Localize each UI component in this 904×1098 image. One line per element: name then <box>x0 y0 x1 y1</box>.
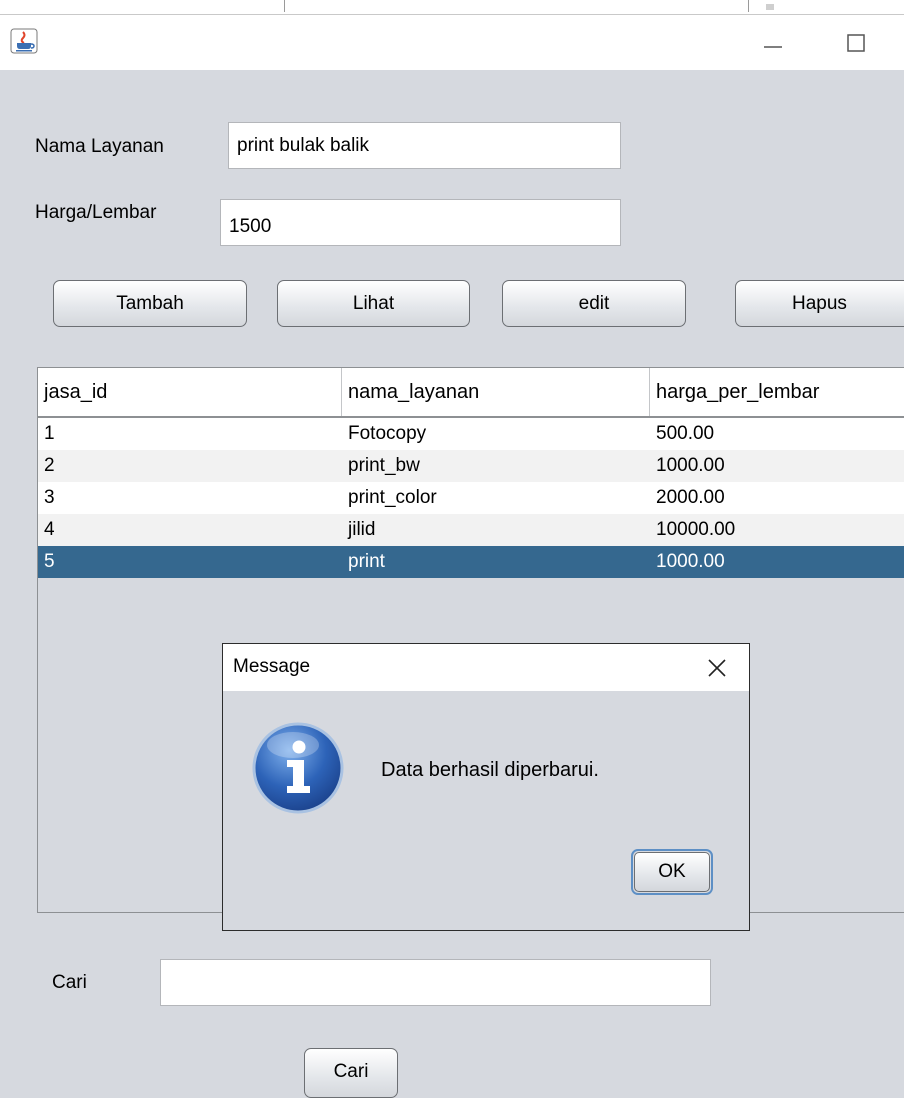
close-icon[interactable] <box>701 652 733 684</box>
table-row[interactable]: 2 print_bw 1000.00 <box>38 450 904 482</box>
tambah-button[interactable]: Tambah <box>53 280 247 327</box>
divider <box>284 0 285 12</box>
cell-harga: 1000.00 <box>656 551 725 572</box>
harga-lembar-label: Harga/Lembar <box>35 202 157 223</box>
dialog-title: Message <box>233 656 311 677</box>
table-row[interactable]: 4 jilid 10000.00 <box>38 514 904 546</box>
minimize-icon[interactable] <box>752 23 792 63</box>
divider <box>748 0 749 12</box>
table-row-selected[interactable]: 5 print 1000.00 <box>38 546 904 578</box>
cell-harga: 1000.00 <box>656 455 725 476</box>
search-input[interactable] <box>160 959 711 1006</box>
lihat-button[interactable]: Lihat <box>277 280 470 327</box>
java-coffee-icon <box>10 28 38 54</box>
cell-harga: 2000.00 <box>656 487 725 508</box>
ok-button-label: OK <box>634 852 710 892</box>
cell-jasa-id: 3 <box>44 487 55 508</box>
window-top-strip <box>0 0 904 15</box>
table-row[interactable]: 1 Fotocopy 500.00 <box>38 418 904 450</box>
scroll-thumb <box>766 4 774 10</box>
message-dialog: Message Data berhasil diperbarui. OK <box>222 643 750 931</box>
cell-nama-layanan: print_color <box>348 487 437 508</box>
nama-layanan-input[interactable] <box>228 122 621 169</box>
dialog-title-bar: Message <box>223 644 749 691</box>
cell-nama-layanan: print <box>348 551 385 572</box>
nama-layanan-label: Nama Layanan <box>35 136 164 157</box>
dialog-message: Data berhasil diperbarui. <box>381 759 599 781</box>
cell-jasa-id: 1 <box>44 423 55 444</box>
cell-nama-layanan: jilid <box>348 519 376 540</box>
cari-button[interactable]: Cari <box>304 1048 398 1098</box>
edit-button[interactable]: edit <box>502 280 686 327</box>
ok-button[interactable]: OK <box>631 849 713 895</box>
cell-nama-layanan: Fotocopy <box>348 423 427 444</box>
column-header-harga-per-lembar[interactable]: harga_per_lembar <box>650 368 904 416</box>
information-icon <box>252 722 344 814</box>
cell-jasa-id: 4 <box>44 519 55 540</box>
table-body: 1 Fotocopy 500.00 2 print_bw 1000.00 3 p… <box>38 418 904 583</box>
maximize-icon[interactable] <box>836 23 876 63</box>
cari-label: Cari <box>52 972 87 993</box>
title-bar <box>0 15 904 70</box>
cell-jasa-id: 2 <box>44 455 55 476</box>
harga-lembar-input[interactable] <box>220 199 621 246</box>
cell-nama-layanan: print_bw <box>348 455 420 476</box>
table-header: jasa_id nama_layanan harga_per_lembar <box>38 368 904 418</box>
cell-harga: 10000.00 <box>656 519 736 540</box>
table-row[interactable]: 3 print_color 2000.00 <box>38 482 904 514</box>
cell-harga: 500.00 <box>656 423 715 444</box>
hapus-button[interactable]: Hapus <box>735 280 904 327</box>
column-header-jasa-id[interactable]: jasa_id <box>38 368 342 416</box>
cell-jasa-id: 5 <box>44 551 55 572</box>
column-header-nama-layanan[interactable]: nama_layanan <box>342 368 650 416</box>
